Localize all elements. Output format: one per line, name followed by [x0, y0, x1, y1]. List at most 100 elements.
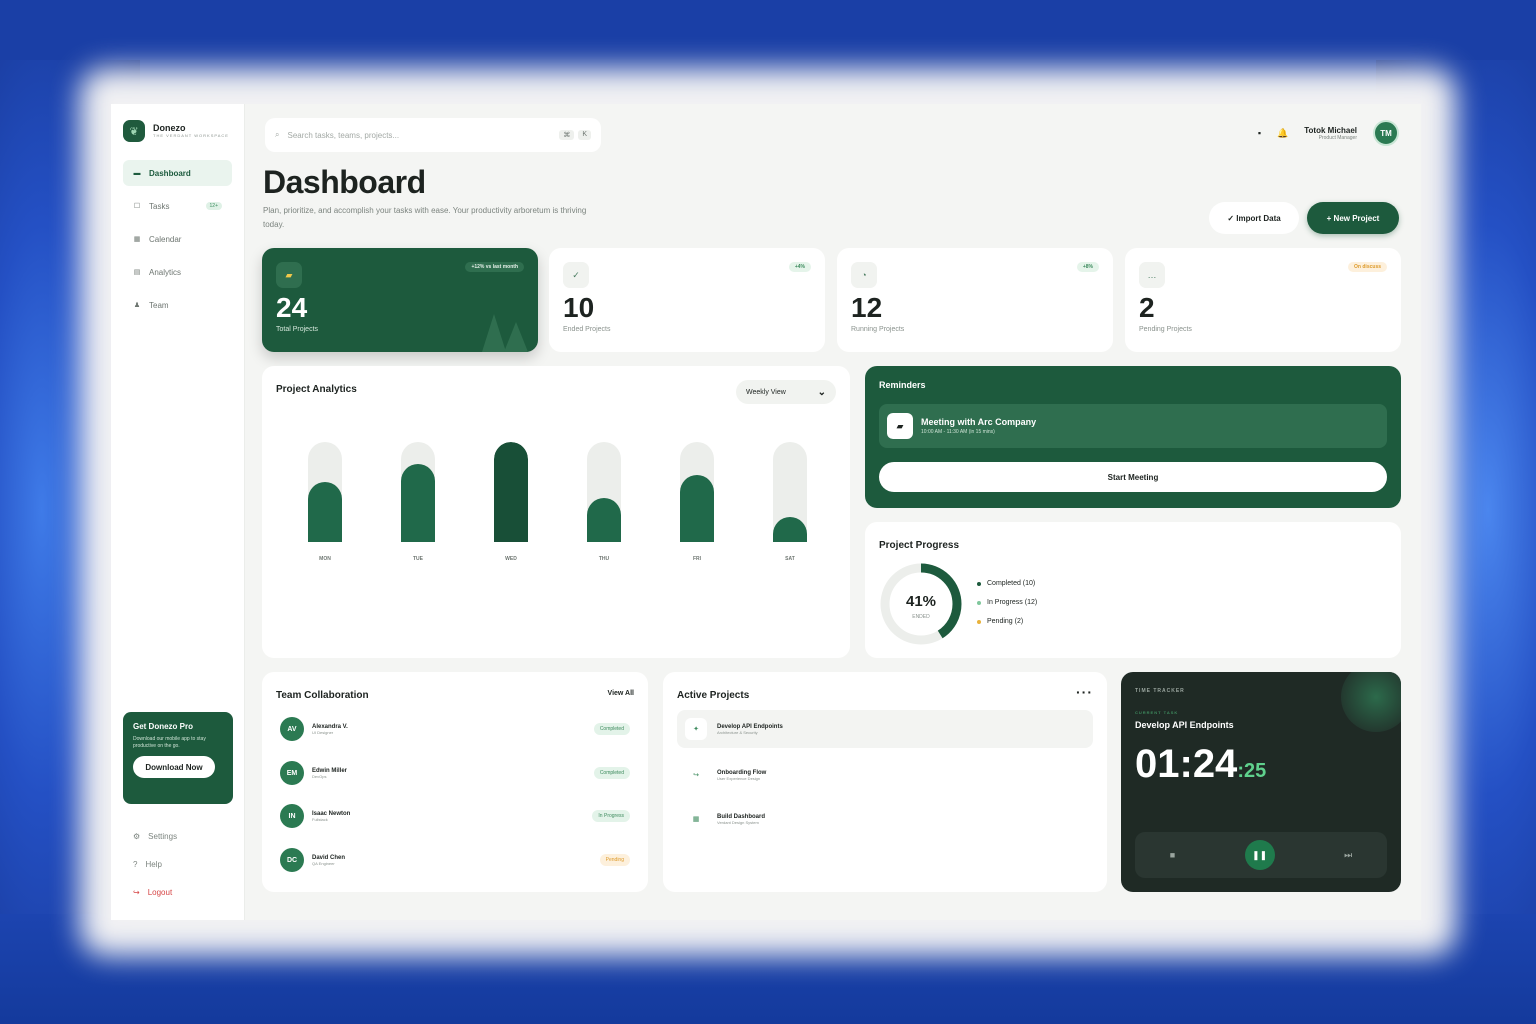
check-icon: ✓ [563, 262, 589, 288]
legend-pending: Pending (2) [977, 618, 1037, 625]
bar-track [680, 442, 714, 542]
clock-icon: ◔ [851, 262, 877, 288]
view-all-link[interactable]: View All [608, 690, 634, 697]
video-icon: ▰ [887, 413, 913, 439]
search-shortcut: ⌘ K [559, 130, 591, 140]
x-tick-label: THU [598, 556, 610, 562]
skip-icon[interactable]: ⏭ [1344, 850, 1352, 861]
logout-label: Logout [147, 888, 173, 897]
user-info[interactable]: Totok Michael Product Manager [1304, 126, 1357, 141]
bar-mon[interactable] [308, 482, 342, 542]
task-icon: ☐ [133, 203, 141, 210]
command-key: ⌘ [559, 130, 575, 140]
help-icon: ? [133, 860, 138, 869]
stat-card-total[interactable]: ▰ +12% vs last month 24 Total Projects [262, 248, 538, 352]
timer-clock: 01:24:25 [1135, 742, 1266, 787]
analytics-title: Project Analytics [276, 384, 357, 395]
stat-card-pending[interactable]: … On discuss 2 Pending Projects [1125, 248, 1401, 352]
stat-card-ended[interactable]: ✓ +4% 10 Ended Projects [549, 248, 825, 352]
legend-completed: Completed (10) [977, 580, 1037, 587]
stat-label: Pending Projects [1139, 326, 1192, 333]
x-tick-label: WED [505, 556, 517, 562]
search-placeholder: Search tasks, teams, projects... [287, 130, 400, 140]
k-key: K [578, 130, 591, 140]
status-badge: In Progress [592, 810, 630, 822]
team-member-row[interactable]: AV Alexandra V. UI Designer Completed [280, 714, 630, 744]
more-options-icon[interactable]: ··· [1076, 684, 1093, 700]
project-row[interactable]: ▦ Build Dashboard Verdant Design System [677, 800, 1093, 838]
active-projects-card: Active Projects ··· ✦ Develop API Endpoi… [663, 672, 1107, 892]
x-tick-label: MON [319, 556, 331, 562]
timer-main: 01:24 [1135, 742, 1238, 786]
team-title: Team Collaboration [276, 690, 369, 701]
settings-link[interactable]: ⚙ Settings [133, 832, 177, 841]
sidebar-item-analytics[interactable]: ▤ Analytics [123, 259, 232, 285]
help-label: Help [145, 860, 162, 869]
sidebar-item-tasks[interactable]: ☐ Tasks 12+ [123, 193, 232, 219]
avatar: AV [280, 717, 304, 741]
bar-wed[interactable] [494, 442, 528, 542]
progress-legend: Completed (10) In Progress (12) Pending … [977, 580, 1037, 637]
mail-icon[interactable]: ▪ [1258, 128, 1261, 138]
main-content: ⌕ Search tasks, teams, projects... ⌘ K ▪… [245, 104, 1421, 920]
legend-dot [977, 600, 981, 605]
weekly-view-select[interactable]: Weekly View ⌄ [736, 380, 836, 404]
search-input[interactable]: ⌕ Search tasks, teams, projects... ⌘ K [265, 118, 601, 152]
select-value: Weekly View [746, 388, 786, 396]
progress-title: Project Progress [879, 540, 960, 551]
bar-thu[interactable] [587, 498, 621, 542]
projects-title: Active Projects [677, 690, 750, 701]
new-project-button[interactable]: + New Project [1307, 202, 1399, 234]
sidebar-item-label: Calendar [149, 234, 182, 244]
sidebar-item-dashboard[interactable]: ▬ Dashboard [123, 160, 232, 186]
member-role: UI Designer [312, 729, 334, 735]
import-data-button[interactable]: ✓ Import Data [1209, 202, 1299, 234]
project-row[interactable]: ↪ Onboarding Flow User Experience Design [677, 756, 1093, 794]
logout-icon: ↪ [133, 888, 140, 897]
avatar: EM [280, 761, 304, 785]
team-collaboration-card: Team Collaboration View All AV Alexandra… [262, 672, 648, 892]
gear-icon: ⚙ [133, 832, 141, 841]
brand[interactable]: ❦ Donezo THE VERDANT WORKSPACE [123, 120, 232, 142]
project-row[interactable]: ✦ Develop API Endpoints Architecture & S… [677, 710, 1093, 748]
promo-title: Get Donezo Pro [133, 722, 194, 731]
pro-promo-card: Get Donezo Pro Download our mobile app t… [123, 712, 233, 804]
sidebar-item-calendar[interactable]: ▦ Calendar [123, 226, 232, 252]
time-tracker-card: TIME TRACKER CURRENT TASK Develop API En… [1121, 672, 1401, 892]
bar-tue[interactable] [401, 464, 435, 542]
bar-sat[interactable] [773, 517, 807, 542]
project-subtitle: User Experience Design [717, 775, 761, 781]
bar-fri[interactable] [680, 475, 714, 542]
project-progress-card: Project Progress 41% ENDED Completed (10… [865, 522, 1401, 658]
avatar[interactable]: TM [1373, 120, 1399, 146]
sidebar-item-label: Dashboard [149, 168, 191, 178]
stat-badge: +4% [788, 262, 811, 272]
bell-icon[interactable]: 🔔 [1277, 128, 1288, 139]
sidebar-item-label: Tasks [149, 201, 170, 211]
timer-seconds: :25 [1237, 760, 1267, 782]
settings-label: Settings [148, 832, 178, 841]
start-meeting-button[interactable]: Start Meeting [879, 462, 1387, 492]
member-role: DevOps [312, 773, 327, 779]
promo-text: Download our mobile app to stay producti… [133, 736, 206, 749]
meeting-item[interactable]: ▰ Meeting with Arc Company 10:00 AM - 11… [879, 404, 1387, 448]
team-member-row[interactable]: IN Isaac Newton Fullstack In Progress [280, 801, 630, 831]
stop-icon[interactable]: ■ [1170, 850, 1175, 860]
logout-link[interactable]: ↪ Logout [133, 888, 172, 897]
pause-button[interactable]: ❚❚ [1244, 840, 1275, 870]
download-now-button[interactable]: Download Now [133, 756, 215, 778]
trees-icon [482, 314, 528, 352]
team-member-row[interactable]: DC David Chen QA Engineer Pending [280, 845, 630, 875]
help-link[interactable]: ? Help [133, 860, 162, 869]
stat-card-running[interactable]: ◔ +8% 12 Running Projects [837, 248, 1113, 352]
bar-track [401, 442, 435, 542]
sidebar-item-team[interactable]: ♟ Team [123, 292, 232, 318]
bar-track [494, 442, 528, 542]
avatar: IN [280, 804, 304, 828]
stat-value: 12 [851, 292, 883, 323]
search-icon: ⌕ [275, 130, 280, 139]
stat-badge: +8% [1076, 262, 1099, 272]
project-icon: ✦ [685, 718, 707, 740]
team-member-row[interactable]: EM Edwin Miller DevOps Completed [280, 758, 630, 788]
stat-value: 10 [563, 292, 595, 323]
